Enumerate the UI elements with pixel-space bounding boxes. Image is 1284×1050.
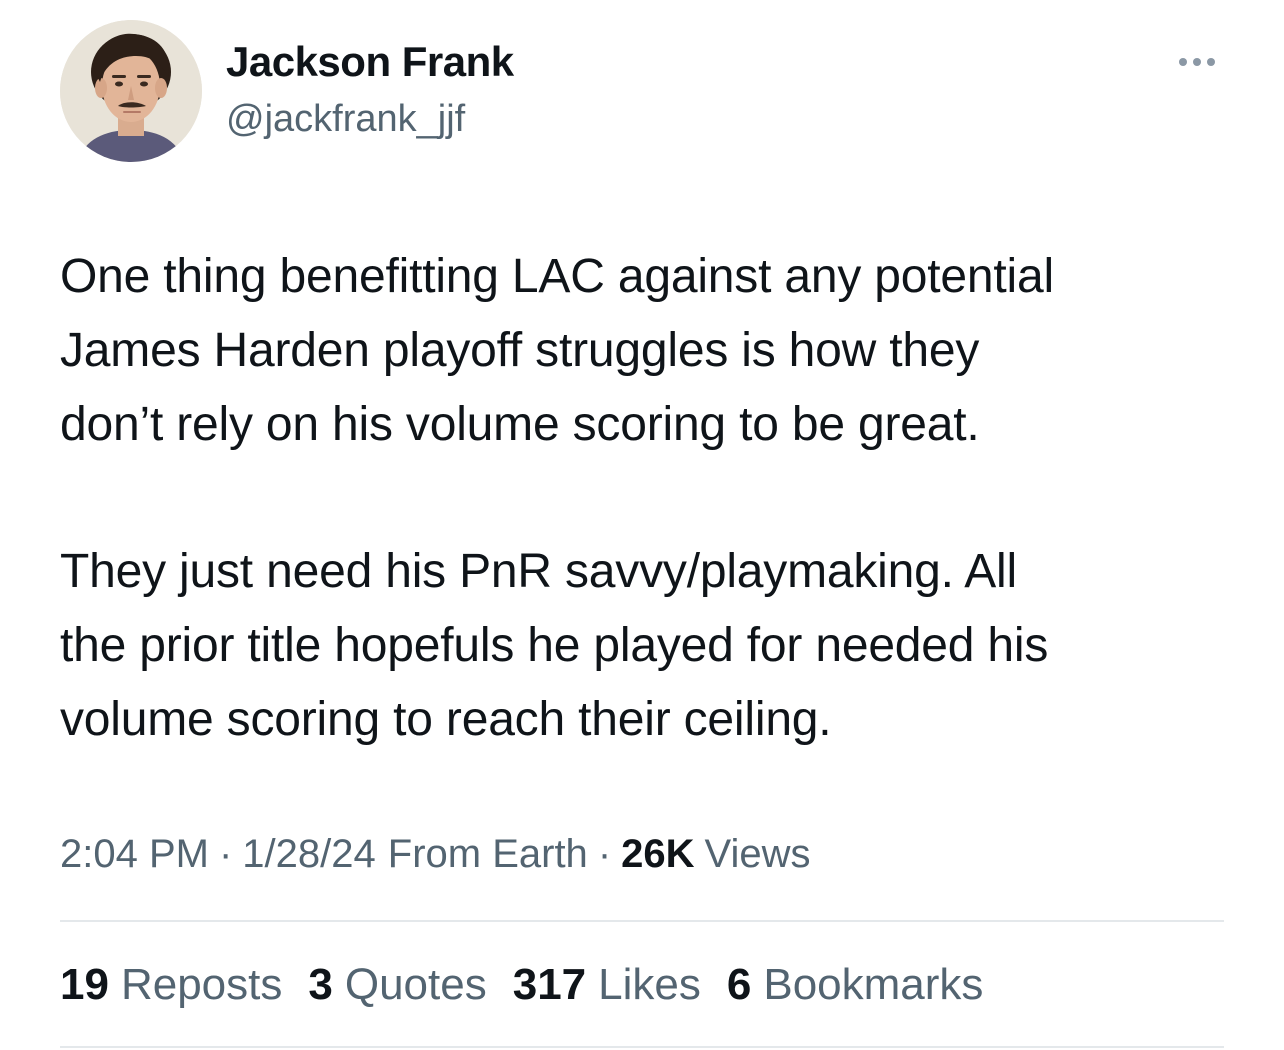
engagement-stats: 19 Reposts 3 Quotes 317 Likes 6 Bookmark…	[60, 960, 1009, 1010]
meta-separator: ·	[597, 832, 612, 876]
tweet-time[interactable]: 2:04 PM	[60, 832, 209, 877]
quotes-count: 3	[308, 960, 333, 1009]
tweet-date[interactable]: 1/28/24	[242, 832, 375, 877]
author-handle[interactable]: @jackfrank_jjf	[226, 98, 465, 141]
ellipsis-dot	[1193, 58, 1201, 66]
author-display-name[interactable]: Jackson Frank	[226, 38, 514, 86]
tweet-text-line: They just need his PnR savvy/playmaking.…	[60, 545, 1017, 598]
quotes-stat[interactable]: 3 Quotes	[308, 960, 486, 1010]
tweet-card: Jackson Frank @jackfrank_jjf One thing b…	[0, 0, 1284, 1050]
bookmarks-label: Bookmarks	[763, 960, 984, 1009]
reposts-label: Reposts	[120, 960, 283, 1009]
tweet-text-line: One thing benefitting LAC against any po…	[60, 250, 1054, 303]
meta-separator: ·	[218, 832, 233, 876]
tweet-text: One thing benefitting LAC against any po…	[60, 240, 1250, 757]
divider	[60, 920, 1224, 922]
tweet-text-line: don’t rely on his volume scoring to be g…	[60, 398, 980, 451]
ellipsis-dot	[1207, 58, 1215, 66]
likes-label: Likes	[598, 960, 701, 1009]
reposts-stat[interactable]: 19 Reposts	[60, 960, 282, 1010]
views-label: Views	[704, 832, 811, 876]
tweet-text-line: volume scoring to reach their ceiling.	[60, 693, 832, 746]
tweet-meta: 2:04 PM · 1/28/24 From Earth · 26K Views	[60, 832, 811, 877]
avatar-image	[60, 20, 202, 162]
quotes-label: Quotes	[344, 960, 487, 1009]
tweet-text-line: James Harden playoff struggles is how th…	[60, 324, 980, 377]
bookmarks-count: 6	[726, 960, 752, 1009]
ellipsis-dot	[1179, 58, 1187, 66]
tweet-source: From Earth	[387, 832, 588, 876]
avatar[interactable]	[60, 20, 202, 162]
views-count: 26K	[621, 832, 695, 876]
tweet-text-line: the prior title hopefuls he played for n…	[60, 619, 1049, 672]
likes-count: 317	[512, 960, 587, 1009]
likes-stat[interactable]: 317 Likes	[513, 960, 701, 1010]
ellipsis-icon[interactable]	[1170, 48, 1224, 76]
bookmarks-stat[interactable]: 6 Bookmarks	[727, 960, 984, 1010]
reposts-count: 19	[60, 960, 109, 1009]
divider	[60, 1046, 1224, 1048]
